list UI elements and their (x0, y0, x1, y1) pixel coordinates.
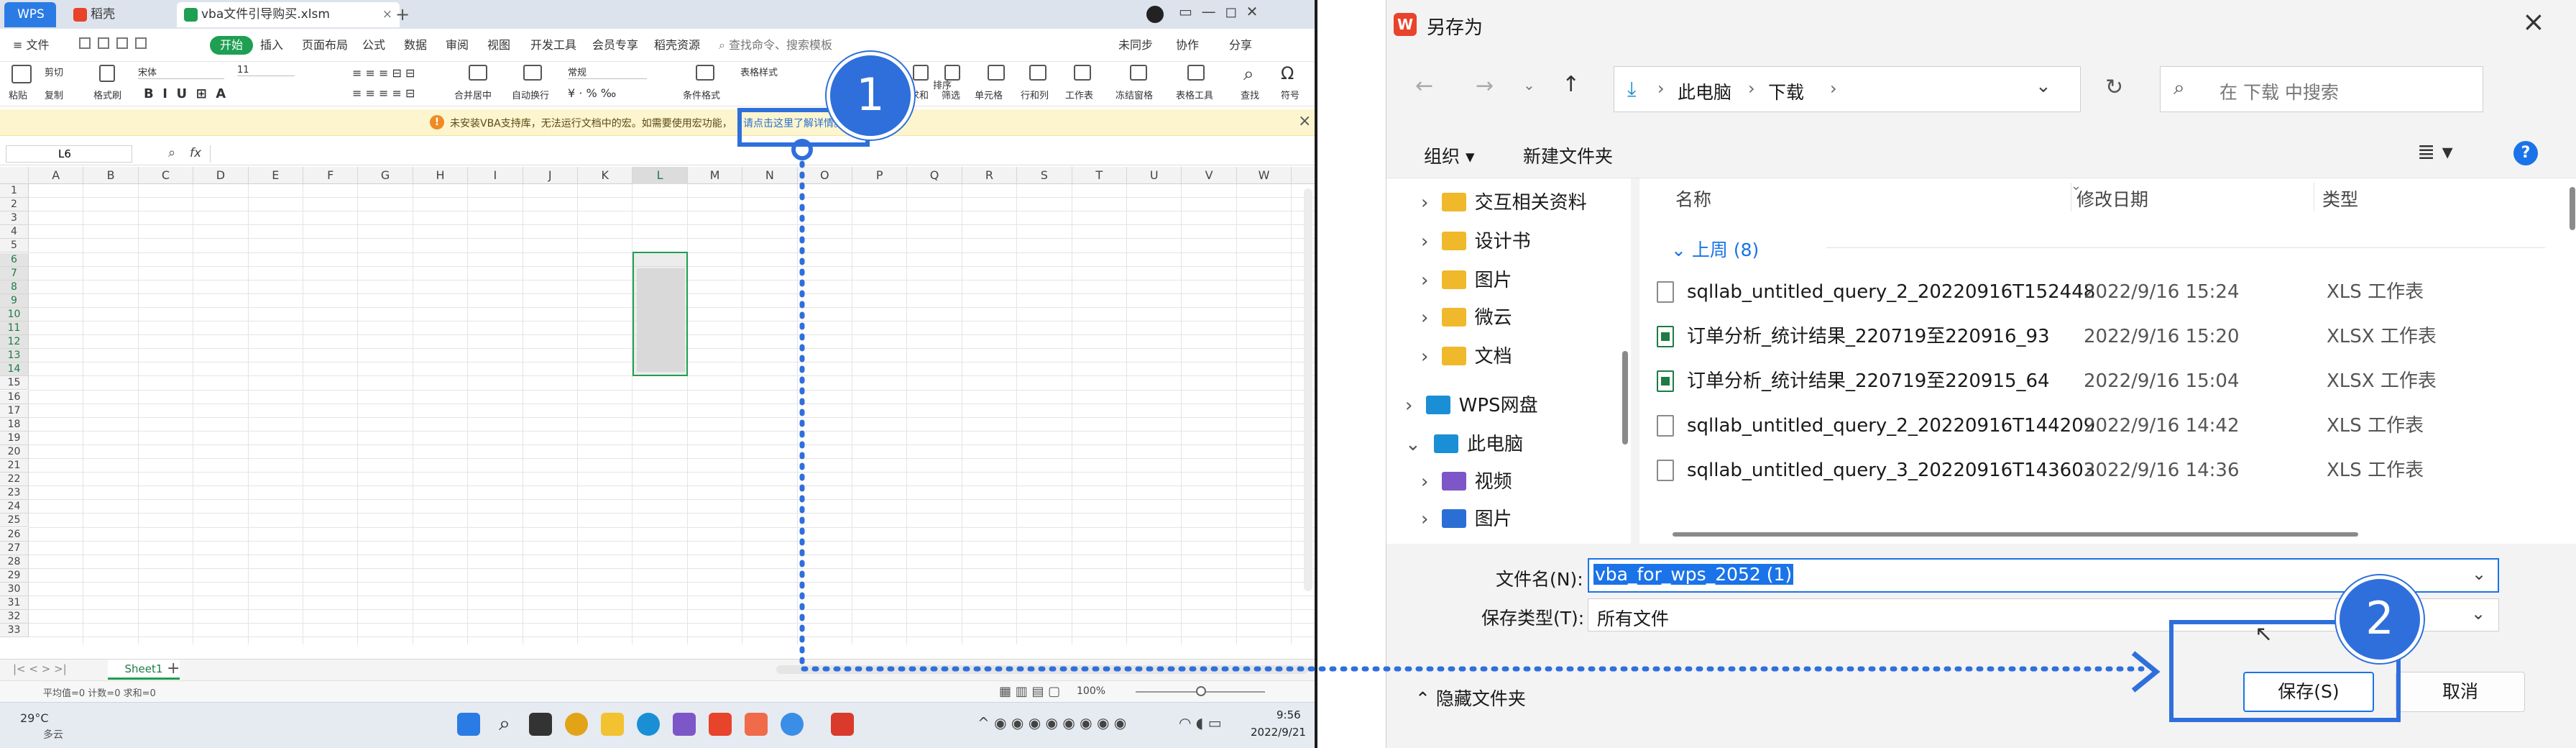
step-badge-2: 2 (2336, 575, 2424, 663)
connector-dotted-line (799, 150, 2145, 672)
connector-arrowhead (2131, 651, 2161, 693)
screenshot-root: WPS 稻壳 vba文件引导购买.xlsm × + ▭ — ◻ ✕ ≡ 文件 开始… (0, 0, 2576, 748)
step-badge-1: 1 (827, 52, 914, 140)
